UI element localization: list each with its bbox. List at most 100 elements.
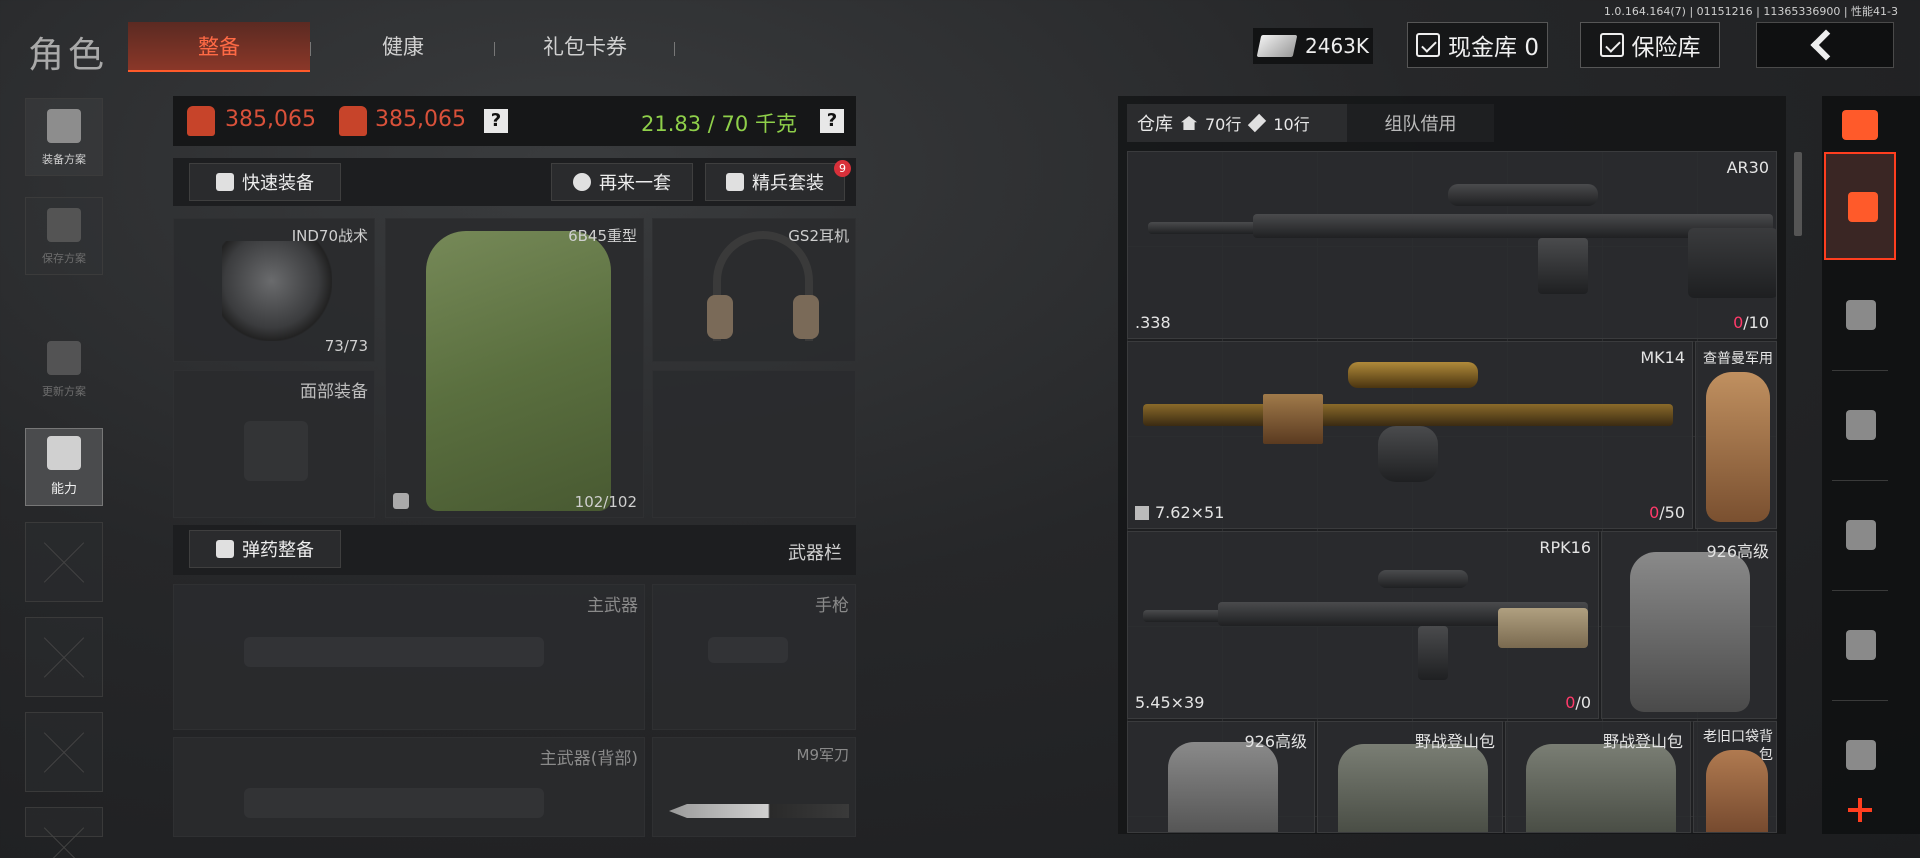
download-icon (47, 208, 81, 242)
ammo-prep-button[interactable]: 弹药整备 (189, 530, 341, 568)
insurance-label: 保险库 (1631, 35, 1701, 61)
item-name: RPK16 (1539, 538, 1591, 557)
item-ammo-count: 0/0 (1565, 693, 1591, 712)
empty-gear-slot[interactable] (652, 370, 856, 518)
sidebar-item-loadout-plan[interactable]: 装备方案 (25, 98, 103, 176)
scope-icon (1378, 570, 1468, 588)
rifle-icon (1143, 404, 1673, 426)
helmet-slot[interactable]: IND70战术 73/73 (173, 218, 375, 362)
back-button[interactable] (1756, 22, 1894, 68)
insured-icon (393, 493, 409, 509)
headset-icon (707, 231, 819, 341)
vest-value-icon (339, 106, 367, 136)
empty-slot (25, 712, 103, 792)
category-attachments[interactable] (1824, 702, 1896, 782)
sidebar-item-update-plan[interactable]: 更新方案 (25, 330, 103, 408)
item-caliber: 7.62×51 (1155, 503, 1225, 522)
category-divider (1832, 700, 1888, 701)
empty-slot (25, 617, 103, 697)
weight-readout: 21.83 / 70 千克 (641, 112, 797, 136)
empty-slot (25, 807, 103, 837)
empty-slot (25, 522, 103, 602)
suppressor-icon (1143, 610, 1223, 622)
warehouse-item-rpk16[interactable]: RPK16 5.45×39 0/0 (1127, 531, 1599, 719)
helmet-name: IND70战术 (291, 227, 368, 245)
category-weapons[interactable] (1824, 372, 1896, 480)
warehouse-item-field-pack[interactable]: 野战登山包 (1317, 721, 1503, 833)
cash-vault-button[interactable]: 现金库 0 (1407, 22, 1548, 68)
quick-equip-button[interactable]: 快速装备 (189, 163, 341, 201)
cash-vault-label: 现金库 0 (1448, 35, 1539, 61)
warehouse-item-chapman[interactable]: 查普曼军用 (1695, 341, 1777, 529)
stock-icon (1498, 608, 1588, 648)
shirt-icon (216, 173, 234, 191)
value-help-button[interactable]: ? (484, 109, 508, 133)
sidebar-item-ability[interactable]: 能力 (25, 428, 103, 506)
melee-slot[interactable]: M9军刀 (652, 737, 856, 837)
pistol-slot[interactable]: 手枪 (652, 584, 856, 730)
category-gear[interactable] (1824, 262, 1896, 370)
category-magazines[interactable] (1824, 482, 1896, 590)
item-caliber: 5.45×39 (1135, 693, 1205, 712)
attachment-icon (1846, 740, 1876, 770)
item-name: 926高级 (1706, 542, 1769, 561)
elite-kit-button[interactable]: 精兵套装 (705, 163, 845, 201)
armor-name: 6B45重型 (568, 227, 637, 245)
sort-layers-icon[interactable] (1842, 110, 1878, 140)
warehouse-rows-1: 70行 (1205, 115, 1242, 134)
loadout-value: 385,065 (225, 107, 316, 132)
warehouse-item-field-pack[interactable]: 野战登山包 (1505, 721, 1691, 833)
insurance-vault-button[interactable]: 保险库 (1580, 22, 1720, 68)
armor-value: 385,065 (375, 107, 466, 132)
pistol-label: 手枪 (815, 596, 849, 616)
ammo-icon (216, 540, 234, 558)
helmet-icon (222, 241, 332, 341)
warehouse-scrollbar[interactable] (1794, 152, 1802, 236)
armor-slot[interactable]: 6B45重型 102/102 (385, 218, 644, 518)
sidebar-item-save-plan[interactable]: 保存方案 (25, 197, 103, 275)
refresh-icon (573, 173, 591, 191)
face-slot[interactable]: 面部装备 (173, 370, 375, 518)
magazine-icon (1846, 520, 1876, 550)
category-divider (1832, 590, 1888, 591)
weight-help-button[interactable]: ? (820, 109, 844, 133)
warehouse-item-ar30[interactable]: AR30 .338 0/10 (1127, 151, 1777, 339)
tab-equipment[interactable]: 整备 (128, 22, 310, 72)
tab-health[interactable]: 健康 (310, 22, 496, 72)
warehouse-item-mk14[interactable]: MK14 7.62×51 0/50 (1127, 341, 1693, 529)
vest-icon (47, 109, 81, 143)
category-divider (1832, 370, 1888, 371)
version-info: 1.0.164.164(7) | 01151216 | 11365336900 … (1603, 5, 1898, 18)
category-all[interactable] (1824, 152, 1896, 260)
item-ammo-count: 0/10 (1733, 313, 1769, 332)
warehouse-item-926-backpack[interactable]: 926高级 (1601, 531, 1777, 719)
headset-slot[interactable]: GS2耳机 (652, 218, 856, 362)
warehouse-tab-label: 仓库 (1137, 114, 1173, 135)
melee-name: M9军刀 (796, 746, 850, 764)
warehouse-item-old-pocket-pack[interactable]: 老旧口袋背包 (1693, 721, 1777, 833)
tab-team-borrow[interactable]: 组队借用 (1347, 104, 1494, 142)
back-weapon-label: 主武器(背部) (539, 749, 638, 769)
warehouse-panel: 仓库 70行 10行 组队借用 AR30 .338 0/10 MK14 7.62… (1118, 96, 1786, 834)
rifle-silhouette-icon (244, 637, 544, 667)
tab-warehouse[interactable]: 仓库 70行 10行 (1127, 104, 1347, 142)
headset-cup-icon (793, 295, 819, 339)
primary-weapon-slot[interactable]: 主武器 (173, 584, 645, 730)
add-category-icon[interactable] (1840, 790, 1880, 830)
category-ammo[interactable] (1824, 592, 1896, 700)
helmet-icon (1846, 300, 1876, 330)
money-bag-icon (187, 106, 215, 136)
face-slot-label: 面部装备 (300, 382, 368, 402)
duffel-bag-icon (1706, 372, 1770, 522)
repeat-loadout-button[interactable]: 再来一套 (551, 163, 693, 201)
drum-magazine-icon (1378, 426, 1438, 482)
face-mask-icon (244, 421, 308, 481)
tab-divider (674, 42, 675, 56)
rifle-icon (1846, 410, 1876, 440)
tab-gift-cards[interactable]: 礼包卡券 (496, 22, 674, 72)
back-weapon-slot[interactable]: 主武器(背部) (173, 737, 645, 837)
elite-kit-badge: 9 (834, 160, 851, 177)
warehouse-item-926-backpack[interactable]: 926高级 (1127, 721, 1315, 833)
ammo-prep-label: 弹药整备 (242, 540, 314, 561)
armor-durability: 102/102 (574, 493, 637, 511)
